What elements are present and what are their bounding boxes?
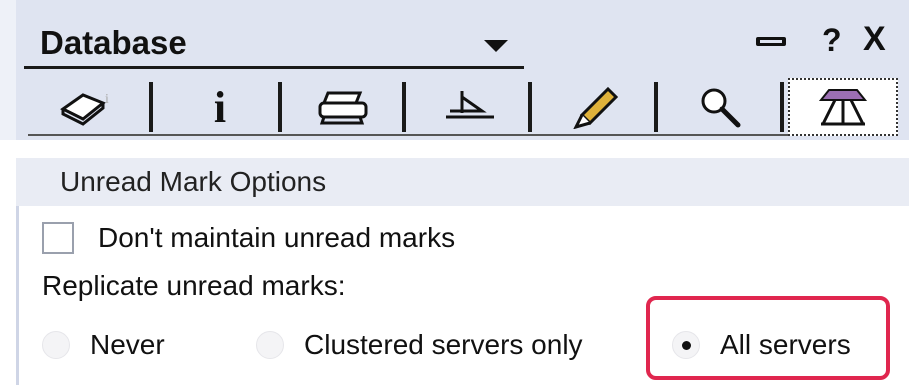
replicate-unread-label: Replicate unread marks: <box>42 270 346 301</box>
tab-design[interactable] <box>408 78 532 136</box>
dont-maintain-unread-checkbox[interactable] <box>42 222 74 254</box>
pen-icon <box>573 86 619 129</box>
section-header: Unread Mark Options <box>16 158 909 206</box>
radio-label: Never <box>90 329 165 360</box>
tab-separator <box>528 82 532 132</box>
tab-separator <box>278 82 282 132</box>
tab-separator <box>654 82 658 132</box>
printer-icon <box>318 91 368 125</box>
highlight-box <box>646 296 890 380</box>
tab-baseline <box>28 134 788 136</box>
tab-print[interactable] <box>284 78 404 136</box>
dont-maintain-unread-label: Don't maintain unread marks <box>98 222 456 253</box>
properties-type-dropdown[interactable]: Database <box>24 22 524 69</box>
header-strip <box>0 0 16 140</box>
close-icon[interactable]: X <box>863 20 886 59</box>
replication-icon <box>818 89 868 126</box>
radio-button[interactable] <box>256 331 284 359</box>
info-icon: i <box>213 82 227 132</box>
radio-button[interactable] <box>42 331 70 359</box>
database-properties-panel: Database ? X i i Unread Mark Options Don… <box>0 0 909 385</box>
svg-text:i: i <box>105 92 109 107</box>
tab-strip: i i <box>28 78 909 136</box>
tab-separator <box>780 82 784 132</box>
tab-full-text[interactable] <box>660 78 784 136</box>
help-icon[interactable]: ? <box>822 22 842 59</box>
radio-never[interactable]: Never <box>42 322 165 368</box>
book-icon: i <box>60 92 109 126</box>
tab-advanced[interactable] <box>788 78 898 136</box>
tab-launch[interactable] <box>534 78 658 136</box>
dont-maintain-unread-row[interactable]: Don't maintain unread marks <box>42 218 455 258</box>
tab-basics[interactable]: i <box>28 78 146 136</box>
tab-separator <box>149 82 153 132</box>
section-title: Unread Mark Options <box>60 166 327 197</box>
design-icon <box>446 91 494 119</box>
properties-type-label: Database <box>40 24 187 61</box>
tab-separator <box>402 82 406 132</box>
radio-label: Clustered servers only <box>304 329 583 360</box>
tab-info[interactable]: i <box>156 78 284 136</box>
chevron-down-icon <box>484 40 508 52</box>
pin-icon[interactable] <box>756 37 786 46</box>
radio-clustered-servers-only[interactable]: Clustered servers only <box>256 322 583 368</box>
search-icon <box>701 88 741 128</box>
